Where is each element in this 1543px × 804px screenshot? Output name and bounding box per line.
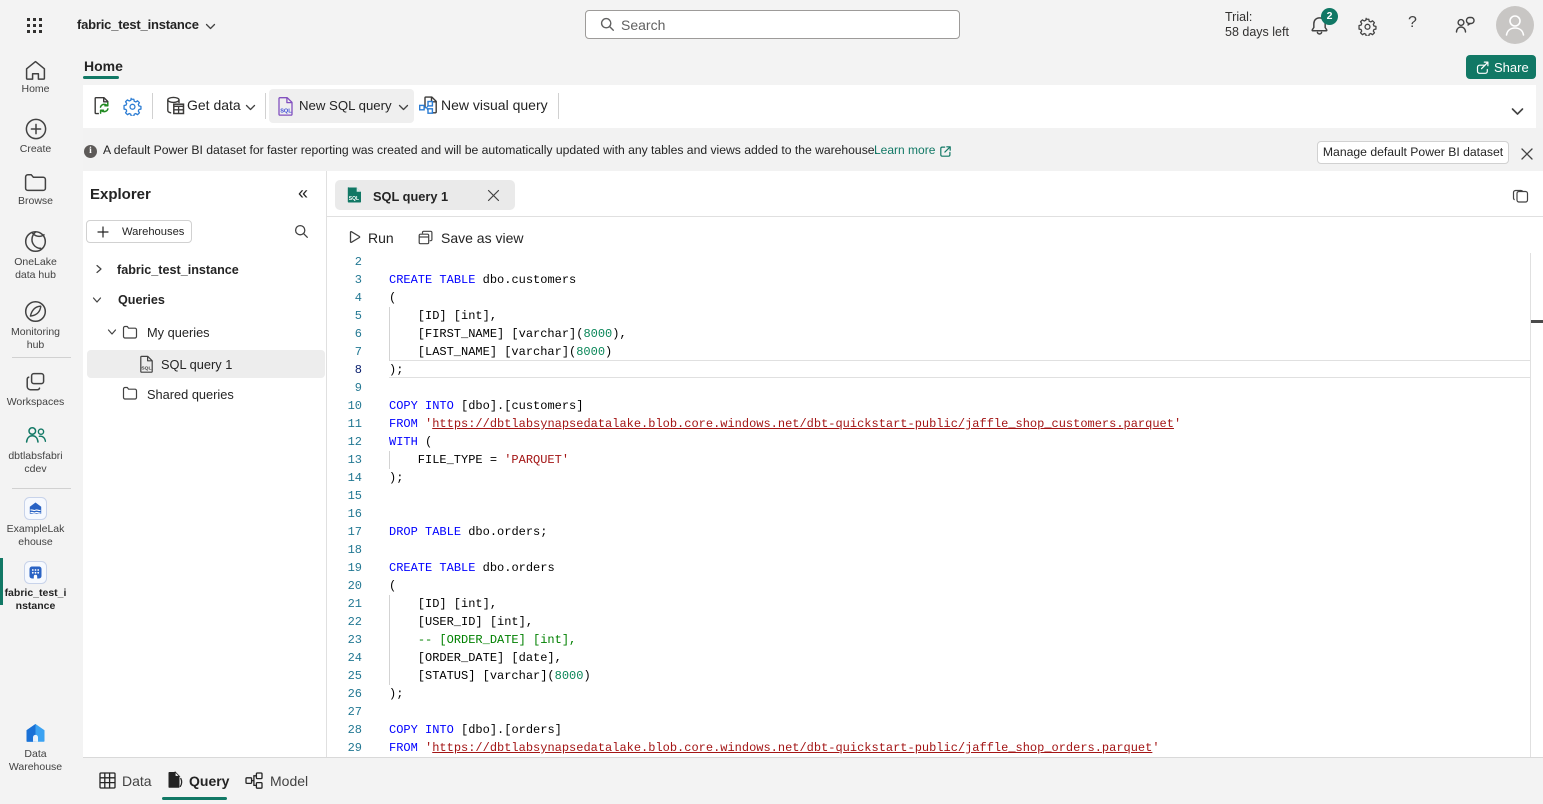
svg-text:SQL: SQL (349, 196, 359, 202)
svg-text:SQL: SQL (141, 366, 151, 372)
svg-text:SQL: SQL (280, 108, 292, 114)
